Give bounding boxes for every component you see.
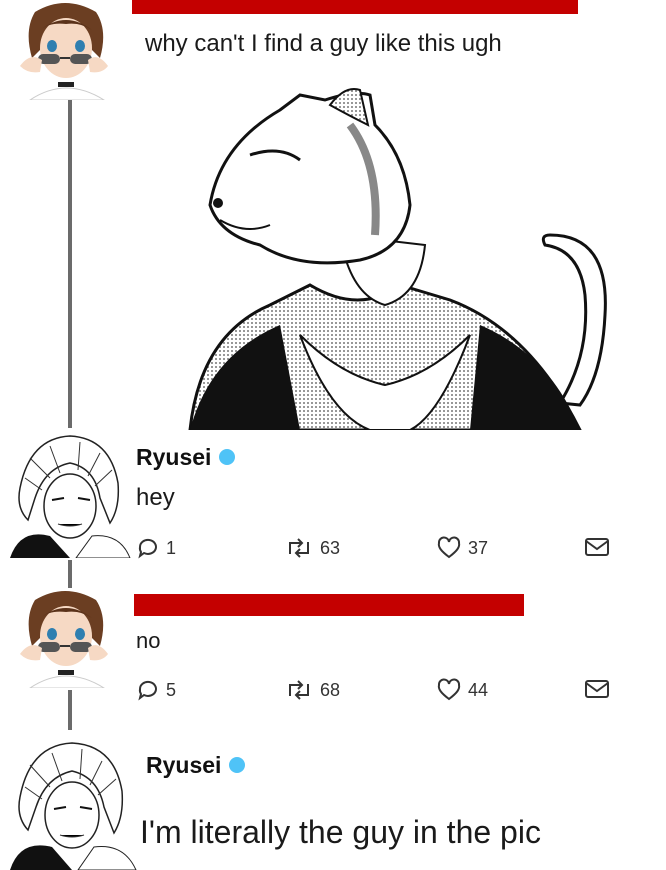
avatar[interactable] bbox=[0, 428, 132, 558]
repost-icon bbox=[289, 680, 309, 700]
post-image[interactable] bbox=[150, 85, 620, 432]
thread-line bbox=[68, 100, 72, 430]
display-name-label: Ryusei bbox=[146, 752, 222, 778]
like-button[interactable]: 37 bbox=[436, 536, 488, 560]
redacted-username bbox=[132, 0, 578, 14]
redacted-username bbox=[134, 594, 524, 616]
message-button[interactable] bbox=[584, 678, 610, 700]
anime-boy-glasses-avatar-icon bbox=[0, 0, 130, 100]
manga-cat-character-image-icon bbox=[150, 85, 620, 432]
message-button[interactable] bbox=[584, 536, 610, 558]
reply-button[interactable]: 5 bbox=[136, 678, 176, 702]
envelope-icon bbox=[585, 680, 609, 698]
reply-button[interactable]: 1 bbox=[136, 536, 176, 560]
envelope-icon bbox=[585, 538, 609, 556]
repost-count: 63 bbox=[320, 537, 341, 558]
heart-icon bbox=[437, 678, 461, 701]
verified-badge-icon bbox=[219, 448, 236, 465]
verified-badge-icon bbox=[229, 756, 246, 773]
post-actions: 5 68 44 bbox=[136, 678, 616, 708]
repost-button[interactable]: 63 bbox=[284, 536, 340, 560]
post-text: hey bbox=[136, 484, 175, 511]
post-text: no bbox=[136, 628, 161, 653]
like-count: 44 bbox=[468, 679, 489, 700]
display-name[interactable]: Ryusei bbox=[136, 444, 236, 471]
repost-button[interactable]: 68 bbox=[284, 678, 340, 702]
reply-count: 5 bbox=[166, 679, 177, 700]
repost-count: 68 bbox=[320, 679, 341, 700]
avatar[interactable] bbox=[0, 735, 138, 870]
display-name[interactable]: Ryusei bbox=[146, 752, 246, 779]
post-text: why can't I find a guy like this ugh bbox=[145, 30, 502, 57]
sketch-boy-avatar-icon bbox=[0, 428, 132, 558]
anime-boy-glasses-avatar-icon bbox=[0, 588, 130, 688]
heart-icon bbox=[437, 536, 461, 559]
reply-icon bbox=[138, 680, 157, 701]
like-button[interactable]: 44 bbox=[436, 678, 488, 702]
avatar[interactable] bbox=[0, 0, 130, 100]
like-count: 37 bbox=[468, 537, 489, 558]
thread-line bbox=[68, 690, 72, 730]
reply-icon bbox=[138, 538, 157, 559]
reply-count: 1 bbox=[166, 537, 177, 558]
sketch-boy-avatar-icon bbox=[0, 735, 138, 870]
repost-icon bbox=[289, 538, 309, 558]
post-text: I'm literally the guy in the pic bbox=[140, 814, 541, 850]
display-name-label: Ryusei bbox=[136, 444, 212, 470]
post-actions: 1 63 37 bbox=[136, 536, 616, 566]
avatar[interactable] bbox=[0, 588, 130, 688]
